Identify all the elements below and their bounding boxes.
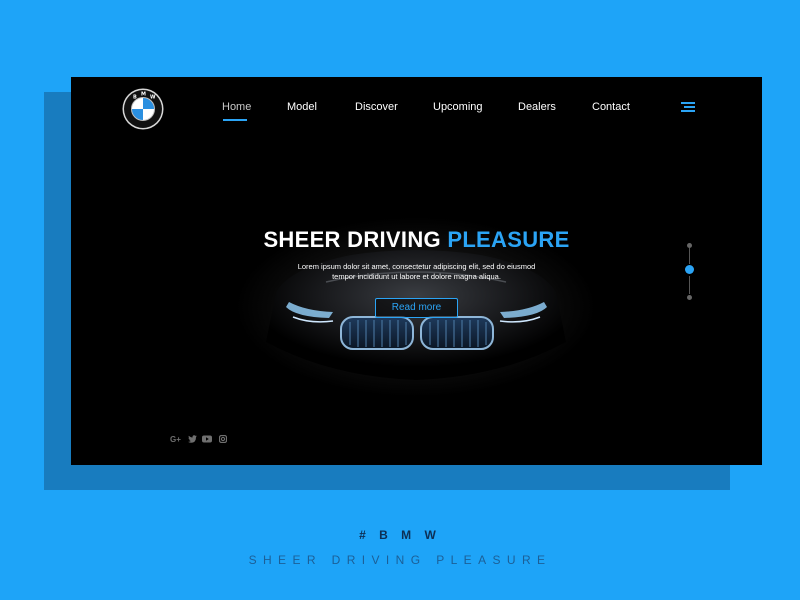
hero-title-main: SHEER DRIVING xyxy=(263,227,448,252)
pager-line-top xyxy=(689,248,690,264)
hamburger-icon[interactable] xyxy=(681,102,695,113)
pager-dot-2-active[interactable] xyxy=(685,265,694,274)
hero-title-accent: PLEASURE xyxy=(447,227,570,252)
hero-title: SHEER DRIVING PLEASURE xyxy=(71,227,762,253)
nav-model[interactable]: Model xyxy=(287,101,317,113)
nav-upcoming[interactable]: Upcoming xyxy=(433,101,483,113)
top-navigation: Home Model Discover Upcoming Dealers Con… xyxy=(71,77,762,137)
hero-subtitle-line2: tempor incididunt ut labore et dolore ma… xyxy=(332,272,501,281)
pager-dot-1[interactable] xyxy=(687,243,692,248)
nav-contact[interactable]: Contact xyxy=(592,101,630,113)
hero-subtitle-line1: Lorem ipsum dolor sit amet, consectetur … xyxy=(297,262,536,271)
read-more-button[interactable]: Read more xyxy=(375,298,458,318)
nav-active-underline xyxy=(223,119,247,121)
hero-subtitle: Lorem ipsum dolor sit amet, consectetur … xyxy=(71,262,762,282)
google-plus-icon[interactable]: G+ xyxy=(170,435,181,444)
footer-hashtag: # B M W xyxy=(359,528,441,542)
instagram-icon[interactable] xyxy=(219,435,227,443)
nav-discover[interactable]: Discover xyxy=(355,101,398,113)
footer-slogan: SHEER DRIVING PLEASURE xyxy=(248,553,552,567)
twitter-icon[interactable] xyxy=(188,435,197,443)
pager-dot-3[interactable] xyxy=(687,295,692,300)
youtube-icon[interactable] xyxy=(202,435,212,443)
website-mockup: B M W Home Model Discover Upcoming Deale… xyxy=(71,77,762,465)
nav-dealers[interactable]: Dealers xyxy=(518,101,556,113)
slide-pager xyxy=(683,242,697,302)
pager-line-bottom xyxy=(689,276,690,294)
nav-home[interactable]: Home xyxy=(222,101,251,113)
